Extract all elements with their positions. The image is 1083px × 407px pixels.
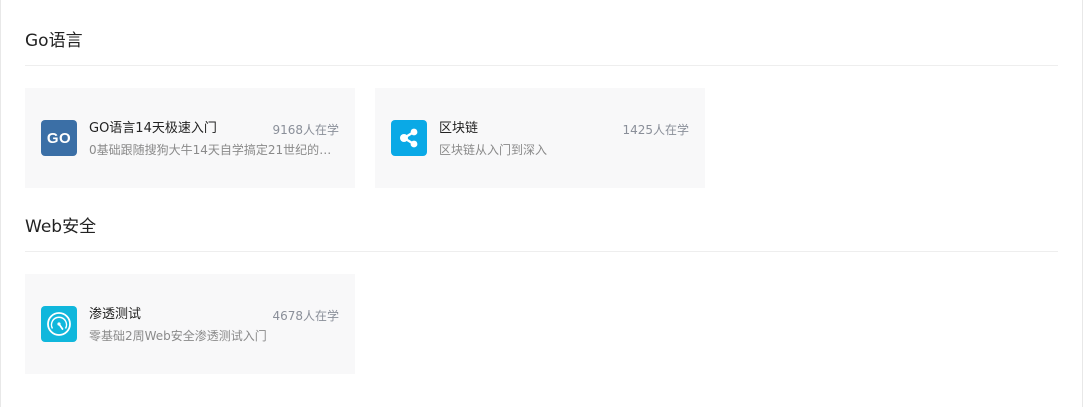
course-card-go[interactable]: GO GO语言14天极速入门 9168人在学 0基础跟随搜狗大牛14天自学搞定2… <box>25 88 355 188</box>
course-title[interactable]: 渗透测试 <box>89 307 141 323</box>
go-logo-icon: GO <box>41 120 77 156</box>
course-list: 渗透测试 4678人在学 零基础2周Web安全渗透测试入门 <box>25 274 1058 374</box>
learner-count: 1425人在学 <box>622 123 689 137</box>
course-description: 区块链从入门到深入 <box>439 143 548 157</box>
learner-count: 9168人在学 <box>272 123 339 137</box>
learner-count: 4678人在学 <box>272 309 339 323</box>
course-list: GO GO语言14天极速入门 9168人在学 0基础跟随搜狗大牛14天自学搞定2… <box>25 88 1058 188</box>
course-title[interactable]: 区块链 <box>439 121 478 137</box>
course-card-blockchain[interactable]: 区块链 1425人在学 区块链从入门到深入 <box>375 88 705 188</box>
section-title: Web安全 <box>25 216 1058 252</box>
section-web-security: Web安全 渗透测试 4678人在学 零基础2周Web安全渗透测试入门 <box>25 216 1058 374</box>
course-card-pentest[interactable]: 渗透测试 4678人在学 零基础2周Web安全渗透测试入门 <box>25 274 355 374</box>
section-go: Go语言 GO GO语言14天极速入门 9168人在学 0基础跟随搜狗大牛14天… <box>25 30 1058 188</box>
share-nodes-icon <box>391 120 427 156</box>
course-title[interactable]: GO语言14天极速入门 <box>89 121 217 137</box>
course-description: 0基础跟随搜狗大牛14天自学搞定21世纪的C语言 <box>89 143 339 157</box>
gauge-icon <box>41 306 77 342</box>
course-catalog-page: Go语言 GO GO语言14天极速入门 9168人在学 0基础跟随搜狗大牛14天… <box>0 0 1083 407</box>
course-description: 零基础2周Web安全渗透测试入门 <box>89 329 267 343</box>
section-title: Go语言 <box>25 30 1058 66</box>
